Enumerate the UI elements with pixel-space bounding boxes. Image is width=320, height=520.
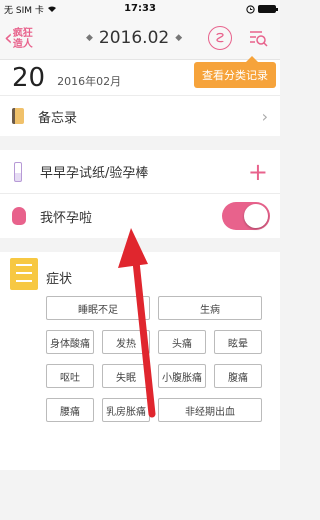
symptom-tag[interactable]: 身体酸痛 (46, 330, 94, 354)
calendar-record-button[interactable] (208, 26, 232, 50)
symptom-tag[interactable]: 头痛 (158, 330, 206, 354)
symptom-tag[interactable]: 非经期出血 (158, 398, 262, 422)
search-list-icon (250, 31, 268, 47)
pregnancy-card: 早早孕试纸/验孕棒 + 我怀孕啦 (0, 150, 280, 238)
record-icon (216, 32, 224, 43)
category-search-button[interactable] (246, 26, 270, 50)
symptoms-title: 症状 (46, 272, 73, 287)
symptom-tag[interactable]: 发热 (102, 330, 150, 354)
symptom-tag[interactable]: 小腹胀痛 (158, 364, 206, 388)
symptom-tag[interactable]: 呕吐 (46, 364, 94, 388)
month-label: 2016年02月 (57, 74, 122, 88)
pregnant-toggle[interactable] (222, 202, 270, 230)
pregnant-woman-icon (12, 207, 26, 225)
symptom-tag[interactable]: 睡眠不足 (46, 296, 150, 320)
status-bar: 无 SIM 卡 17:33 (0, 0, 280, 18)
day-number: 20 (12, 62, 46, 93)
battery-icon (258, 5, 278, 13)
pregnant-row: 我怀孕啦 (0, 194, 280, 238)
ovulation-test-label: 早早孕试纸/验孕棒 (40, 166, 149, 181)
nav-bar: ‹ 疯狂 造人 ◆ 2016.02 ◆ (0, 18, 280, 60)
app-logo: 疯狂 造人 (12, 27, 33, 50)
symptom-tag[interactable]: 乳房胀痛 (102, 398, 150, 422)
ovulation-test-row[interactable]: 早早孕试纸/验孕棒 + (0, 150, 280, 194)
symptom-tag[interactable]: 眩晕 (214, 330, 262, 354)
memo-row[interactable]: 备忘录 › (0, 96, 280, 136)
prev-month-button[interactable]: ◆ (86, 33, 93, 43)
symptoms-section: 症状 睡眠不足 生病身体酸痛 发热 头痛 眩晕呕吐 失眠 小腹胀痛 腹痛腰痛 乳房胀痛 非经期出血 (0, 252, 280, 470)
memo-label: 备忘录 (38, 110, 78, 126)
sticky-note-icon (10, 258, 38, 290)
next-month-button[interactable]: ◆ (175, 33, 182, 43)
test-tube-icon (14, 161, 22, 182)
status-time: 17:33 (124, 3, 156, 14)
chevron-left-icon: ‹ (4, 25, 13, 51)
symptom-tag[interactable]: 生病 (158, 296, 262, 320)
symptom-tag[interactable]: 腰痛 (46, 398, 94, 422)
chevron-right-icon: › (261, 106, 268, 126)
symptom-tag[interactable]: 失眠 (102, 364, 150, 388)
add-test-button[interactable]: + (248, 160, 268, 184)
notebook-icon (12, 108, 24, 124)
category-record-tooltip[interactable]: 查看分类记录 (194, 56, 276, 88)
symptom-tag[interactable]: 腹痛 (214, 364, 262, 388)
back-button[interactable]: ‹ 疯狂 造人 (4, 25, 51, 51)
current-month: 2016.02 (98, 28, 170, 48)
pregnant-label: 我怀孕啦 (40, 210, 93, 226)
month-selector: ◆ 2016.02 ◆ (86, 28, 182, 48)
